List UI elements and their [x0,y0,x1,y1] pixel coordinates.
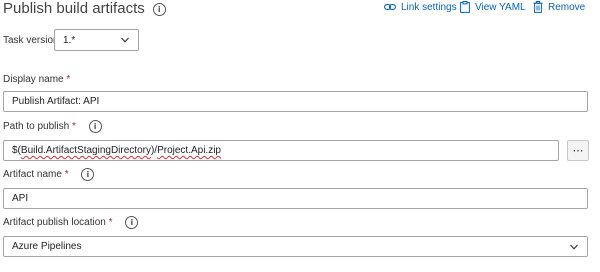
required-marker: * [66,74,71,85]
required-marker: * [71,121,76,133]
publish-location-label-text: Artifact publish location [3,217,106,229]
artifact-name-value: API [12,193,29,204]
chevron-down-icon [570,244,578,250]
clipboard-icon [460,1,470,13]
path-to-publish-label: Path to publish * i [3,120,102,133]
browse-more-button[interactable]: ⋯ [567,140,589,161]
task-version-value: 1.* [63,34,76,46]
path-value-prefix: $( [12,145,21,156]
link-settings-button[interactable]: Link settings [384,0,457,14]
artifact-name-label: Artifact name * i [3,168,95,181]
path-to-publish-label-text: Path to publish [3,121,70,133]
info-icon[interactable]: i [88,120,102,133]
remove-label: Remove [548,1,586,13]
task-version-label: Task version [3,35,59,46]
display-name-value: Publish Artifact: API [12,96,100,107]
artifact-name-label-text: Artifact name [3,169,62,181]
info-icon[interactable]: i [152,2,166,16]
task-version-select[interactable]: 1.* [54,29,139,51]
required-marker: * [108,217,113,229]
display-name-input[interactable]: Publish Artifact: API [3,91,588,112]
page-title-text: Publish build artifacts [3,0,145,17]
page-title: Publish build artifacts i [3,0,166,18]
display-name-label-text: Display name [3,74,64,85]
publish-location-label: Artifact publish location * i [3,216,139,229]
publish-location-select[interactable]: Azure Pipelines [3,236,588,257]
path-to-publish-input[interactable]: $(Build.ArtifactStagingDirectory)/Projec… [3,140,559,161]
path-value-variable: Build.ArtifactStagingDirectory [20,145,151,156]
more-icon: ⋯ [572,145,584,157]
publish-location-value: Azure Pipelines [12,241,82,252]
info-icon[interactable]: i [81,168,95,181]
info-icon[interactable]: i [125,216,139,229]
remove-button[interactable]: Remove [533,0,585,14]
required-marker: * [64,169,69,181]
artifact-name-input[interactable]: API [3,188,588,209]
display-name-label: Display name * [3,74,70,86]
trash-icon [533,1,543,13]
chevron-down-icon [121,37,129,43]
link-icon [384,4,396,10]
view-yaml-button[interactable]: View YAML [460,0,526,14]
path-value-file: Project.Api.zip [157,145,221,156]
link-settings-label: Link settings [401,1,457,13]
view-yaml-label: View YAML [475,1,526,13]
